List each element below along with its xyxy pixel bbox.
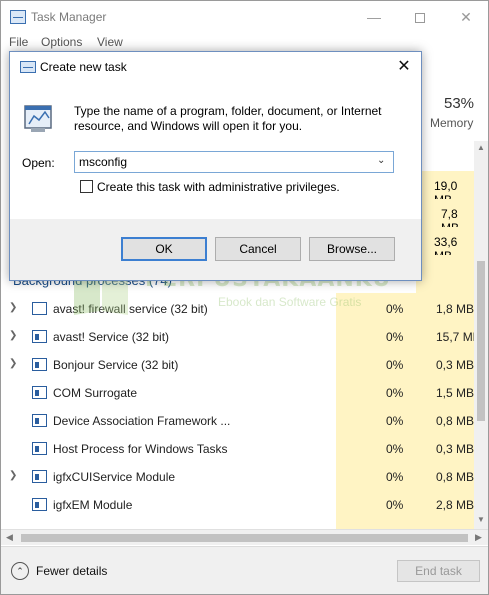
end-task-button[interactable]: End task <box>397 560 480 582</box>
dialog-title: Create new task <box>40 60 127 74</box>
process-name: Host Process for Windows Tasks <box>53 442 228 456</box>
process-cpu: 0% <box>386 386 404 400</box>
process-memory: 1,8 MB <box>436 302 475 316</box>
menu-options[interactable]: Options <box>41 35 82 49</box>
process-memory: 1,5 MB <box>436 386 475 400</box>
process-name: avast! Service (32 bit) <box>53 330 170 344</box>
process-cpu: 0% <box>386 442 404 456</box>
app-icon <box>32 414 47 427</box>
cancel-button[interactable]: Cancel <box>215 237 301 261</box>
process-cpu: 0% <box>386 414 404 428</box>
chevron-down-icon[interactable]: ⌄ <box>377 155 385 166</box>
browse-button[interactable]: Browse... <box>309 237 395 261</box>
task-manager-icon <box>10 10 26 24</box>
app-icon <box>32 498 47 511</box>
admin-checkbox[interactable] <box>80 180 93 193</box>
vertical-scrollbar[interactable]: ▲ ▼ <box>474 141 488 529</box>
process-cpu: 0% <box>386 498 404 512</box>
service-icon <box>32 302 47 315</box>
memory-percent[interactable]: 53% <box>444 95 474 112</box>
process-name: igfxCUIService Module <box>53 470 176 484</box>
app-icon <box>32 386 47 399</box>
process-cpu: 0% <box>386 302 404 316</box>
app-icon <box>32 358 47 371</box>
expand-chevron-icon[interactable]: ❯ <box>9 303 17 313</box>
dialog-close-button[interactable]: ✕ <box>393 56 415 78</box>
run-icon <box>24 105 52 132</box>
process-row[interactable]: Host Process for Windows Tasks 0% 0,3 MB <box>1 435 474 463</box>
process-name: Bonjour Service (32 bit) <box>53 358 179 372</box>
dialog-title-bar: Create new task ✕ <box>10 52 421 82</box>
process-memory: 0,3 MB <box>436 442 475 456</box>
horizontal-scrollbar[interactable]: ◀ ▶ <box>1 529 488 545</box>
process-memory: 2,8 MB <box>436 498 475 512</box>
process-name: igfxEM Module <box>53 498 133 512</box>
open-label: Open: <box>22 156 55 170</box>
window-title: Task Manager <box>31 10 107 24</box>
scroll-left-icon[interactable]: ◀ <box>6 532 13 543</box>
expand-chevron-icon[interactable]: ❯ <box>9 359 17 369</box>
fewer-details-link[interactable]: Fewer details <box>36 564 107 578</box>
memory-cell <box>416 255 474 293</box>
process-row[interactable]: Device Association Framework ... 0% 0,8 … <box>1 407 474 435</box>
chevron-up-icon[interactable]: ⌃ <box>11 562 29 580</box>
maximize-button[interactable] <box>397 1 443 33</box>
scroll-down-icon[interactable]: ▼ <box>477 515 485 524</box>
process-row[interactable]: ❯ avast! Service (32 bit) 0% 15,7 MB <box>1 323 481 351</box>
app-icon <box>32 330 47 343</box>
expand-chevron-icon[interactable]: ❯ <box>9 331 17 341</box>
memory-cell: 19,0 MB <box>416 171 474 207</box>
admin-checkbox-label[interactable]: Create this task with administrative pri… <box>97 180 340 194</box>
process-row[interactable]: ❯ Bonjour Service (32 bit) 0% 0,3 MB <box>1 351 474 379</box>
menu-bar: File Options View <box>1 33 488 53</box>
scroll-up-icon[interactable]: ▲ <box>477 143 485 152</box>
create-task-dialog: Create new task ✕ Type the name of a pro… <box>9 51 422 281</box>
run-window-icon <box>20 61 36 73</box>
memory-column-header[interactable]: Memory <box>430 116 473 130</box>
open-field[interactable] <box>79 154 369 170</box>
dialog-button-bar: OK Cancel Browse... <box>10 219 421 280</box>
menu-view[interactable]: View <box>97 35 123 49</box>
vertical-scroll-thumb[interactable] <box>477 261 485 421</box>
dialog-description: Type the name of a program, folder, docu… <box>74 104 382 133</box>
process-memory: 0,3 MB <box>436 358 475 372</box>
minimize-button[interactable]: — <box>351 1 397 33</box>
title-bar: Task Manager — ✕ <box>1 1 488 33</box>
scroll-right-icon[interactable]: ▶ <box>475 532 482 543</box>
process-row[interactable]: ❯ avast! firewall service (32 bit) 0% 1,… <box>1 295 474 323</box>
process-name: Device Association Framework ... <box>53 414 231 428</box>
horizontal-scroll-thumb[interactable] <box>21 534 468 542</box>
open-combobox[interactable]: ⌄ <box>74 151 394 173</box>
close-button[interactable]: ✕ <box>443 1 489 33</box>
process-row[interactable]: igfxEM Module 0% 2,8 MB <box>1 491 474 519</box>
app-icon <box>32 442 47 455</box>
memory-cell: 7,8 MB <box>416 199 474 235</box>
process-name: COM Surrogate <box>53 386 138 400</box>
footer-bar: ⌃ Fewer details End task <box>1 546 488 594</box>
ok-button[interactable]: OK <box>121 237 207 261</box>
process-memory: 0,8 MB <box>436 470 475 484</box>
maximize-icon <box>415 13 425 24</box>
menu-file[interactable]: File <box>9 35 28 49</box>
process-name: avast! firewall service (32 bit) <box>53 302 208 316</box>
process-row[interactable]: ❯ igfxCUIService Module 0% 0,8 MB <box>1 463 474 491</box>
process-cpu: 0% <box>386 470 404 484</box>
process-cpu: 0% <box>386 358 404 372</box>
app-icon <box>32 470 47 483</box>
process-row[interactable]: COM Surrogate 0% 1,5 MB <box>1 379 474 407</box>
process-cpu: 0% <box>386 330 404 344</box>
memory-cell: 33,6 MB <box>416 227 474 263</box>
process-memory: 0,8 MB <box>436 414 475 428</box>
expand-chevron-icon[interactable]: ❯ <box>9 471 17 481</box>
